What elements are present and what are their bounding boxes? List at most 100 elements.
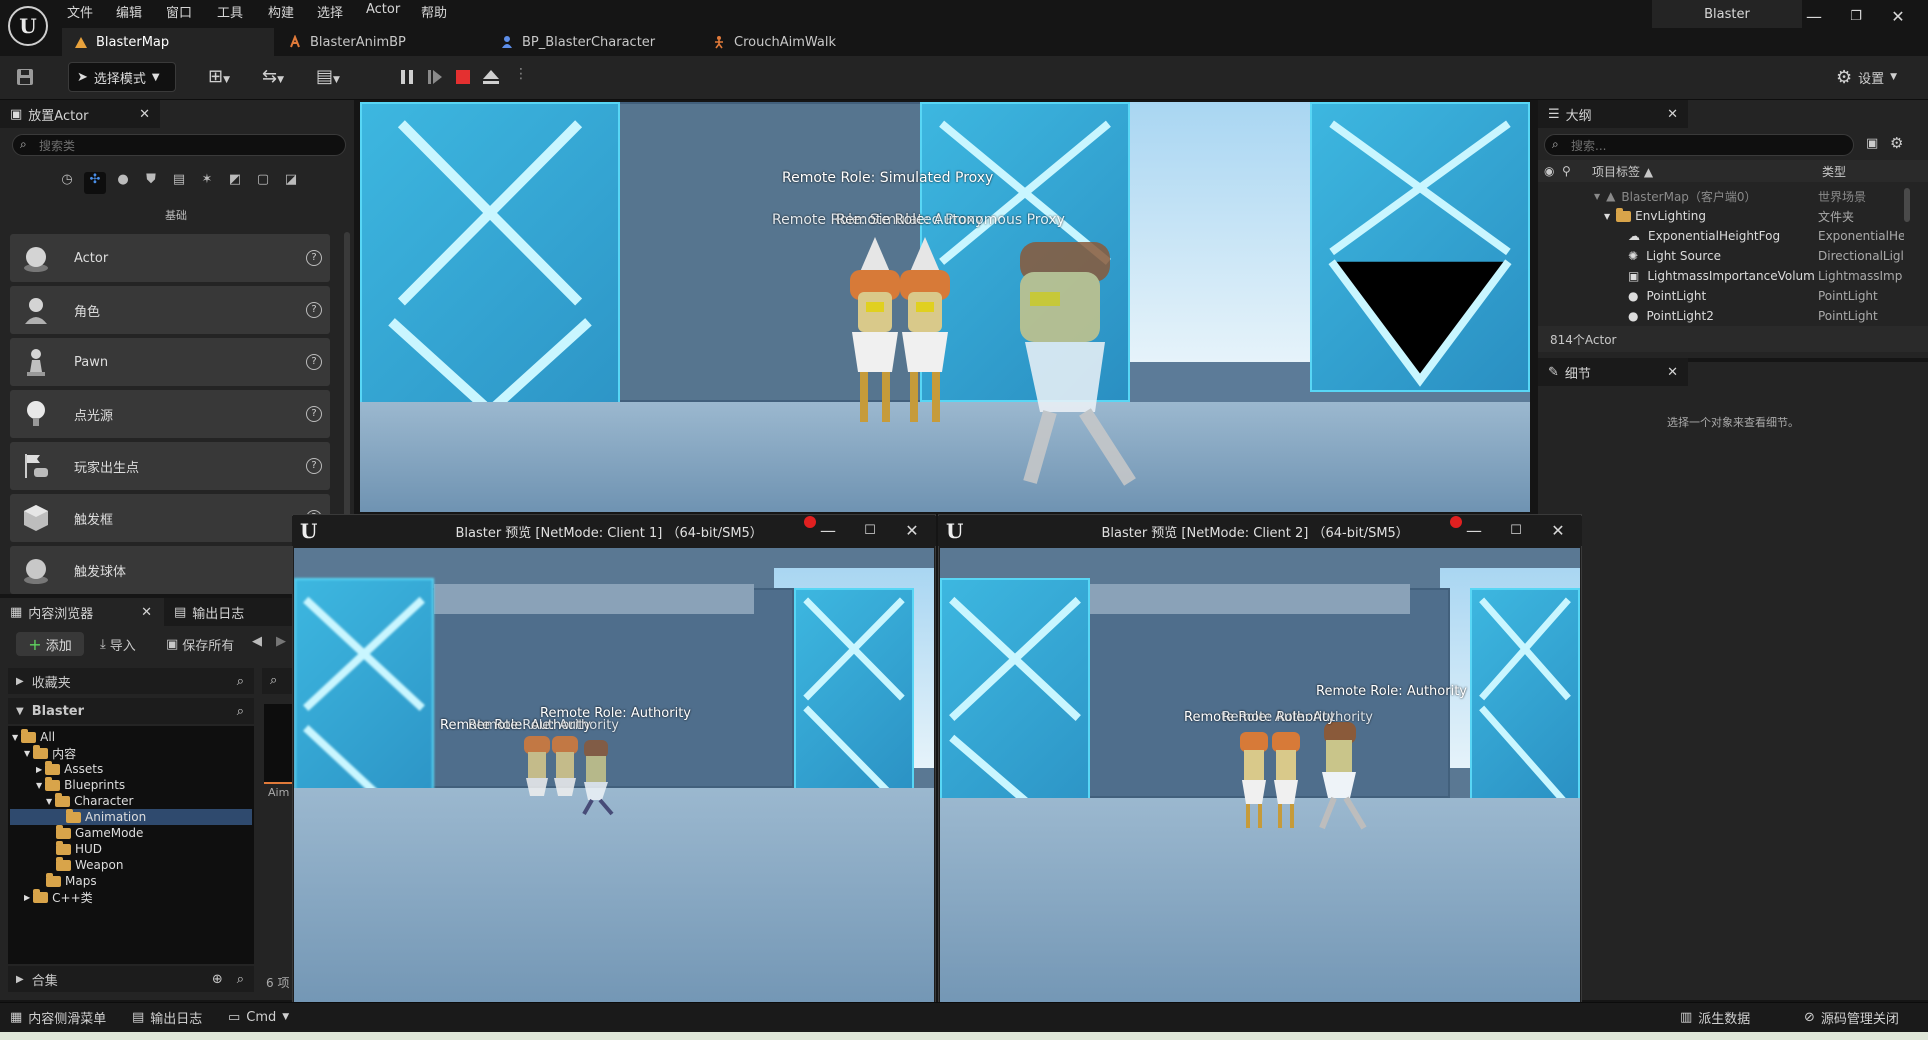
tree-item-assets[interactable]: ▶ Assets — [36, 760, 103, 777]
visual-effects-icon[interactable]: ✶ — [196, 172, 218, 194]
menu-build[interactable]: 构建 — [268, 2, 294, 21]
tree-item-gamemode[interactable]: GameMode — [56, 824, 143, 841]
add-folder-icon[interactable]: ▣ — [1866, 136, 1878, 151]
cmd-dropdown[interactable]: ▭ Cmd ▼ — [228, 1002, 289, 1032]
help-icon[interactable]: ? — [306, 354, 322, 370]
select-mode-dropdown[interactable]: ➤ 选择模式 ▼ — [68, 62, 176, 92]
maximize-icon[interactable]: ☐ — [852, 518, 888, 544]
search-icon[interactable]: ⌕ — [237, 704, 244, 719]
close-icon[interactable]: ✕ — [1667, 107, 1678, 122]
pin-icon[interactable]: ⚲ — [1562, 164, 1584, 178]
minimize-icon[interactable]: — — [1456, 518, 1492, 544]
cinematic-icon[interactable]: ▤ — [168, 172, 190, 194]
asset-thumbnail[interactable] — [264, 704, 292, 784]
asset-search-icon[interactable]: ⌕ — [262, 668, 292, 694]
add-button[interactable]: + 添加 — [16, 632, 84, 656]
close-icon[interactable]: ✕ — [1880, 4, 1916, 30]
menu-actor[interactable]: Actor — [366, 2, 400, 17]
tree-item-hud[interactable]: HUD — [56, 840, 102, 857]
help-icon[interactable]: ? — [306, 406, 322, 422]
actor-item-trigger-sphere[interactable]: 触发球体 ? — [10, 546, 330, 594]
outliner-row[interactable]: ▼ EnvLighting — [1604, 207, 1706, 224]
outliner-row[interactable]: ▼ ▲ BlasterMap（客户端0） — [1594, 188, 1757, 204]
volumes-icon[interactable]: ▢ — [252, 172, 274, 194]
lights-icon[interactable]: ● — [112, 172, 134, 194]
tab-crouchaimwalk[interactable]: CrouchAimWalk — [700, 28, 910, 56]
outliner-tab[interactable]: ☰ 大纲 ✕ — [1538, 100, 1688, 128]
pause-icon[interactable] — [396, 66, 418, 88]
tab-blastermap[interactable]: BlasterMap — [62, 28, 274, 56]
step-icon[interactable] — [424, 66, 446, 88]
tree-item-animation[interactable]: Animation — [66, 808, 146, 825]
client2-viewport[interactable]: Remote Role: Authority Remote Role: Auth… — [940, 548, 1580, 1028]
back-arrow-icon[interactable]: ◀ — [252, 634, 268, 649]
eject-icon[interactable] — [480, 66, 502, 88]
menu-window[interactable]: 窗口 — [166, 2, 192, 21]
tab-blasteranimbp[interactable]: BlasterAnimBP — [276, 28, 486, 56]
add-content-icon[interactable]: ⊞▼ — [208, 66, 244, 88]
output-log-tab[interactable]: ▤ 输出日志 — [164, 598, 292, 626]
help-icon[interactable]: ? — [306, 458, 322, 474]
content-drawer-button[interactable]: ▦ 内容侧滑菜单 — [10, 1002, 106, 1032]
menu-edit[interactable]: 编辑 — [116, 2, 142, 21]
eye-icon[interactable]: ◉ — [1544, 164, 1562, 178]
stop-icon[interactable] — [452, 66, 474, 88]
tree-item-all[interactable]: ▼ All — [12, 728, 55, 745]
all-classes-icon[interactable]: ◪ — [280, 172, 302, 194]
menu-file[interactable]: 文件 — [67, 2, 93, 21]
output-log-button[interactable]: ▤ 输出日志 — [132, 1002, 202, 1032]
place-actors-tab[interactable]: ▣ 放置Actor ✕ — [0, 100, 160, 128]
unreal-logo-icon[interactable]: U — [8, 6, 48, 46]
outliner-row[interactable]: ● PointLight2 — [1628, 308, 1714, 324]
tree-item-cpp-classes[interactable]: ▶ C++类 — [24, 888, 93, 905]
collections-section[interactable]: ▶ 合集 ⊕ ⌕ — [8, 966, 254, 992]
actor-item-point-light[interactable]: 点光源 ? — [10, 390, 330, 438]
actor-item-character[interactable]: 角色 ? — [10, 286, 330, 334]
column-type[interactable]: 类型 — [1822, 163, 1846, 180]
project-section[interactable]: ▼ Blaster ⌕ — [8, 698, 254, 724]
outliner-row[interactable]: ✺ Light Source — [1628, 248, 1721, 264]
outliner-row[interactable]: ☁ ExponentialHeightFog — [1628, 228, 1780, 244]
derived-data-button[interactable]: ▥ 派生数据 — [1680, 1002, 1750, 1032]
minimize-icon[interactable]: — — [810, 518, 846, 544]
geometry-icon[interactable]: ◩ — [224, 172, 246, 194]
menu-help[interactable]: 帮助 — [421, 2, 447, 21]
close-icon[interactable]: ✕ — [1667, 365, 1678, 380]
save-icon[interactable] — [14, 66, 36, 88]
close-icon[interactable]: ✕ — [1540, 518, 1576, 544]
actor-item-trigger-box[interactable]: 触发框 ? — [10, 494, 330, 542]
import-button[interactable]: ⤓ 导入 — [100, 634, 136, 654]
settings-button[interactable]: ⚙ 设置 ▼ — [1836, 66, 1897, 88]
outliner-search-input[interactable]: ⌕ 搜索... — [1544, 134, 1854, 156]
basic-shapes-icon[interactable]: ✣ — [84, 172, 106, 194]
search-icon[interactable]: ⌕ — [237, 674, 244, 689]
content-browser-tab[interactable]: ▦ 内容浏览器 ✕ — [0, 598, 162, 626]
outliner-row[interactable]: ● PointLight — [1628, 288, 1706, 304]
help-icon[interactable]: ? — [306, 302, 322, 318]
forward-arrow-icon[interactable]: ▶ — [276, 634, 290, 649]
recent-icon[interactable]: ◷ — [56, 172, 78, 194]
menu-select[interactable]: 选择 — [317, 2, 343, 21]
tree-item-maps[interactable]: Maps — [46, 872, 97, 889]
save-all-button[interactable]: ▣ 保存所有 — [166, 634, 234, 654]
more-options-icon[interactable]: ⋮ — [514, 66, 528, 88]
outliner-row[interactable]: ▣ LightmassImportanceVolum — [1628, 268, 1816, 284]
source-control-button[interactable]: ⊘ 源码管理关闭 — [1804, 1002, 1899, 1032]
restore-icon[interactable]: ❐ — [1838, 4, 1874, 30]
menu-tools[interactable]: 工具 — [217, 2, 243, 21]
actor-search-input[interactable]: ⌕ 搜索类 — [12, 134, 346, 156]
tree-item-content[interactable]: ▼ 内容 — [24, 744, 76, 761]
cinematics-icon[interactable]: ▤▼ — [316, 66, 356, 88]
tree-item-blueprints[interactable]: ▼ Blueprints — [36, 776, 125, 793]
tab-bp-blastercharacter[interactable]: BP_BlasterCharacter — [488, 28, 702, 56]
tree-item-weapon[interactable]: Weapon — [56, 856, 123, 873]
actor-item-pawn[interactable]: Pawn ? — [10, 338, 330, 386]
details-tab[interactable]: ✎ 细节 ✕ — [1538, 358, 1688, 386]
favorites-section[interactable]: ▶ 收藏夹 ⌕ — [8, 668, 254, 694]
shield-icon[interactable]: ⛊ — [140, 172, 162, 194]
minimize-icon[interactable]: — — [1796, 4, 1832, 30]
search-icon[interactable]: ⌕ — [237, 972, 244, 987]
outliner-scrollbar[interactable] — [1904, 188, 1910, 222]
client1-viewport[interactable]: Remote Role: Authority Remote Role: Auth… — [294, 548, 934, 1028]
add-collection-icon[interactable]: ⊕ — [212, 972, 223, 987]
